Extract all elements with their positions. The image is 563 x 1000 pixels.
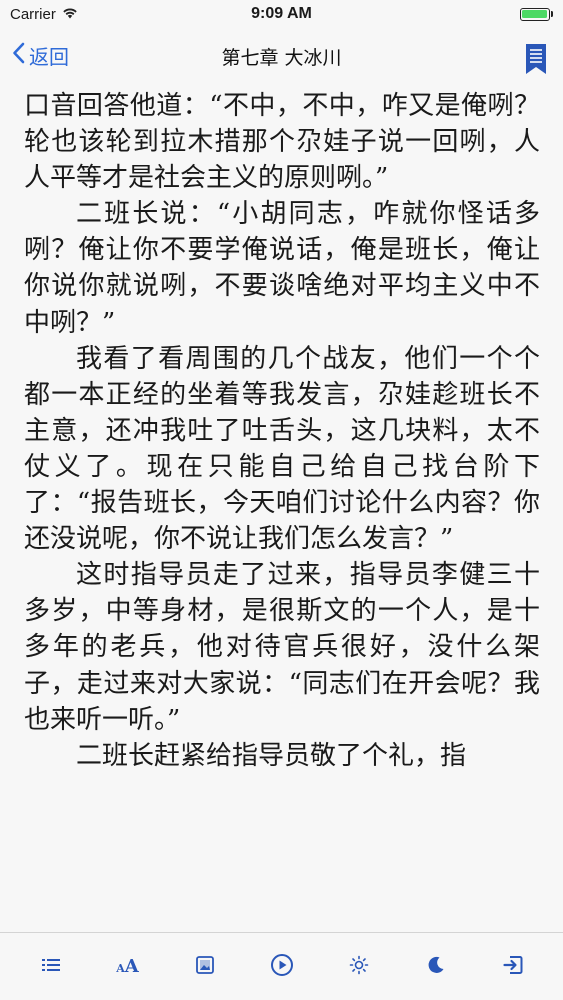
paragraph: 二班长说：“小胡同志，咋就你怪话多咧？俺让你不要学俺说话，俺是班长，俺让你说你就… [24,199,540,338]
play-audio-button[interactable] [260,945,304,989]
carrier-label: Carrier [10,5,56,23]
bottom-toolbar: AA [0,932,563,1000]
back-label: 返回 [29,45,69,69]
exit-icon [502,954,524,980]
status-bar: Carrier 9:09 AM [0,0,563,28]
font-size-button[interactable]: AA [106,945,150,989]
bookmark-button[interactable] [525,43,547,79]
nav-bar: 返回 第七章 大冰川 [0,28,563,88]
paragraph: 这时指导员走了过来，指导员李健三十多岁，中等身材，是很斯文的一个人，是十多年的老… [24,560,540,735]
paragraph: 二班长赶紧给指导员敬了个礼，指 [76,740,467,771]
status-left: Carrier [10,6,78,23]
night-mode-button[interactable] [414,945,458,989]
status-time: 9:09 AM [251,5,312,22]
play-circle-icon [270,953,294,981]
font-big-glyph: A [124,956,139,977]
exit-reader-button[interactable] [491,945,535,989]
battery-tip [550,11,553,17]
reading-content[interactable]: 口音回答他道：“不中，不中，咋又是俺咧？轮也该轮到拉木措那个尕娃子说一回咧，人人… [24,88,540,926]
background-image-button[interactable] [183,945,227,989]
paragraph: 我看了看周围的几个战友，他们一个个都一本正经的坐着等我发言，尕娃趁班长不主意，还… [24,343,540,555]
battery-icon [519,7,550,21]
brightness-button[interactable] [337,945,381,989]
battery-fill [522,10,547,18]
sun-icon [349,955,369,979]
paragraph: 口音回答他道：“不中，不中，咋又是俺咧？轮也该轮到拉木措那个尕娃子说一回咧，人人… [24,91,540,194]
font-small-glyph: A [116,962,125,975]
picture-icon [195,955,215,979]
bookmark-icon [525,44,547,79]
wifi-icon [62,6,78,23]
page-title: 第七章 大冰川 [221,46,342,69]
chevron-left-icon [12,42,29,69]
table-of-contents-button[interactable] [29,945,73,989]
back-button[interactable]: 返回 [12,41,69,70]
list-icon [41,957,61,977]
status-right [519,7,553,21]
moon-icon [426,955,446,979]
font-size-icon: AA [116,956,139,977]
